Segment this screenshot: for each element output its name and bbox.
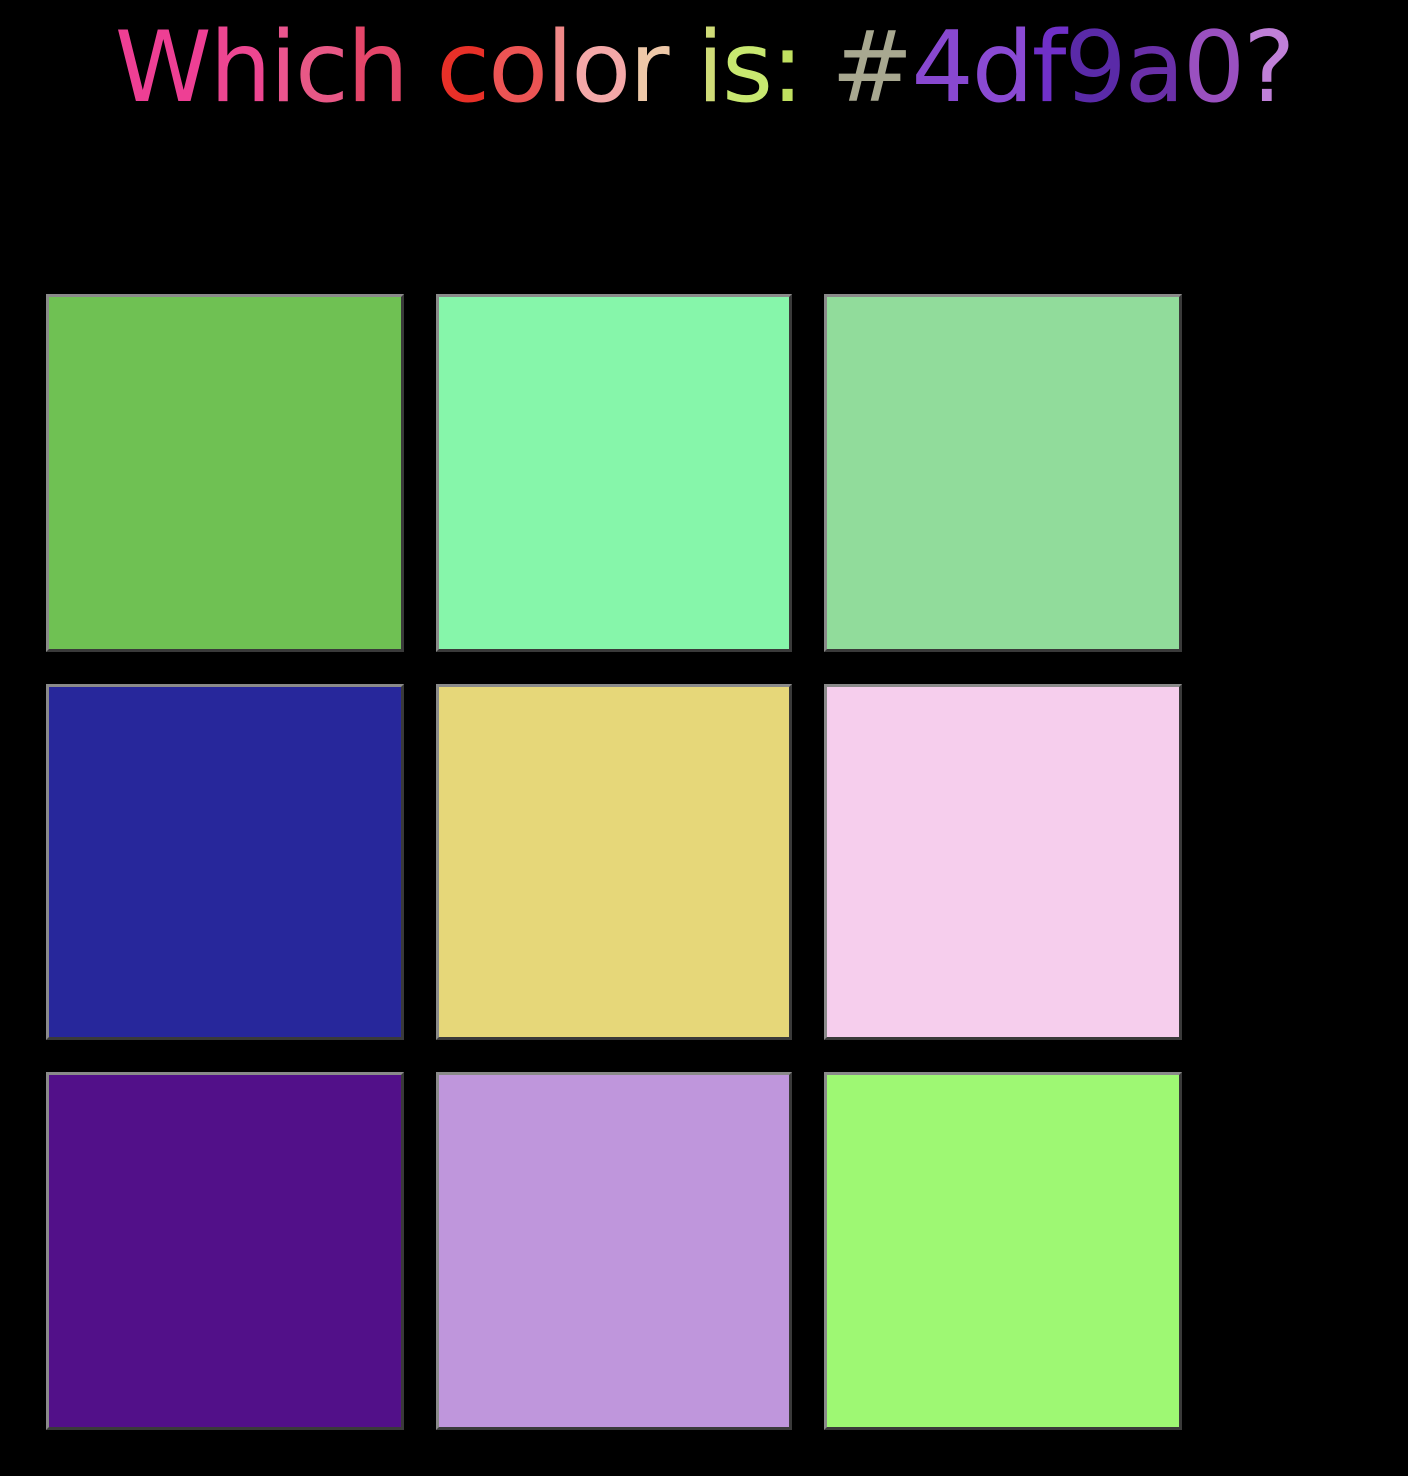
prompt-char: o [488,11,548,125]
color-tile-grid [46,294,1182,1430]
prompt-char: 0 [1182,11,1245,125]
prompt-char: i [269,11,297,125]
color-tile-2[interactable] [436,294,792,652]
prompt-char: a [1124,11,1185,125]
color-tile-4[interactable] [46,684,404,1040]
prompt-char: f [1031,11,1066,125]
prompt-char: 9 [1064,11,1126,125]
prompt-char [407,8,436,128]
prompt-char: W [114,11,212,125]
prompt-char: r [629,11,669,125]
color-tile-8[interactable] [436,1072,792,1430]
prompt-char: c [436,11,490,125]
color-tile-9[interactable] [824,1072,1182,1430]
prompt-char: h [209,11,272,125]
prompt-char: # [831,11,913,125]
prompt-char: l [546,11,573,125]
question-prompt: Which color is: #4df9a0? [0,8,1408,128]
prompt-char: ? [1243,11,1295,125]
color-tile-1[interactable] [46,294,404,652]
color-tile-5[interactable] [436,684,792,1040]
prompt-char [802,8,831,128]
prompt-char: h [346,11,409,125]
prompt-char: s [721,11,773,125]
prompt-char: i [696,11,724,125]
prompt-char: c [295,11,349,125]
prompt-char: o [571,11,631,125]
prompt-char [668,8,697,128]
prompt-char: d [971,11,1034,125]
prompt-char: 4 [911,11,973,125]
color-tile-6[interactable] [824,684,1182,1040]
prompt-char: : [771,11,804,125]
color-tile-3[interactable] [824,294,1182,652]
color-tile-7[interactable] [46,1072,404,1430]
